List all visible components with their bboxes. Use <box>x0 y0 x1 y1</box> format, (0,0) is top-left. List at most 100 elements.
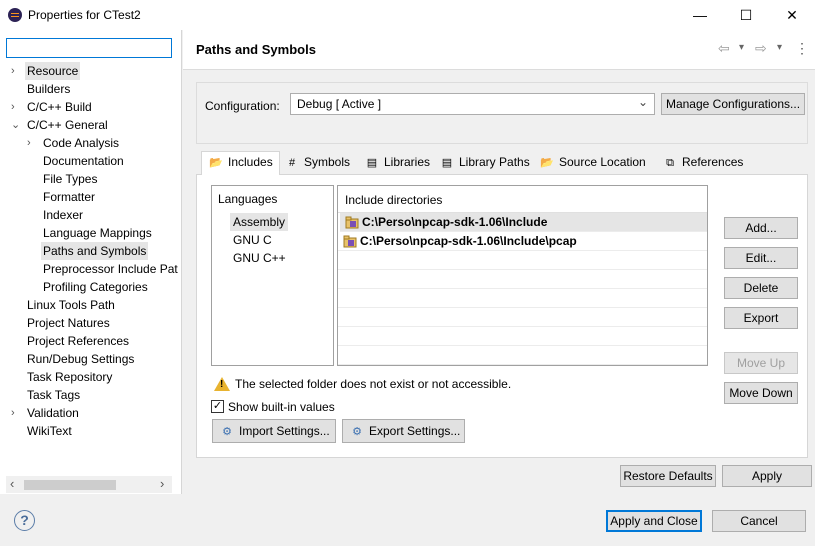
show-builtin-label: Show built-in values <box>228 400 335 414</box>
delete-button[interactable]: Delete <box>724 277 798 299</box>
tab-symbols[interactable]: # Symbols <box>278 152 356 175</box>
edit-button[interactable]: Edit... <box>724 247 798 269</box>
tree-item[interactable]: Formatter <box>0 188 181 206</box>
tree-item[interactable]: Linux Tools Path <box>0 296 181 314</box>
apply-button[interactable]: Apply <box>722 465 812 487</box>
tree-item-label: C/C++ Build <box>27 100 92 114</box>
tree-item-label: Builders <box>27 82 71 96</box>
tree-item[interactable]: › Code Analysis <box>0 134 181 152</box>
language-item[interactable]: Assembly <box>230 213 289 231</box>
tree-item-label: Preprocessor Include Pat <box>43 262 178 276</box>
tab-icon: ▤ <box>366 157 378 169</box>
include-directories-list[interactable]: Include directories C:\Perso\npcap-sdk-1… <box>337 185 708 366</box>
tab-label: Library Paths <box>459 155 530 169</box>
tree-item[interactable]: Preprocessor Include Pat <box>0 260 181 278</box>
tree-item[interactable]: Task Tags <box>0 386 181 404</box>
import-settings-button[interactable]: ⚙ Import Settings... <box>212 419 336 443</box>
tab-icon: ⧉ <box>666 157 674 169</box>
checkbox-check-icon[interactable]: ✓ <box>211 400 224 413</box>
maximize-icon: ☐ <box>739 6 753 23</box>
move-up-button[interactable]: Move Up <box>724 352 798 374</box>
eclipse-app-icon <box>8 8 22 22</box>
table-row <box>338 308 707 327</box>
maximize-button[interactable]: ☐ <box>723 0 769 30</box>
tab-library-paths[interactable]: ▤ Library Paths <box>433 152 536 175</box>
tree-item[interactable]: Project Natures <box>0 314 181 332</box>
tree-item-label: Project References <box>27 334 130 348</box>
export-settings-button[interactable]: ⚙ Export Settings... <box>342 419 465 443</box>
tree-item[interactable]: Language Mappings <box>0 224 181 242</box>
tree-item-label: Validation <box>27 406 79 420</box>
tab-includes[interactable]: 📂 Includes <box>201 151 280 175</box>
tab-label: Source Location <box>559 155 646 169</box>
minimize-button[interactable]: — <box>677 0 723 30</box>
manage-configurations-button[interactable]: Manage Configurations... <box>661 93 805 115</box>
restore-defaults-button[interactable]: Restore Defaults <box>620 465 716 487</box>
tree-item[interactable]: Profiling Categories <box>0 278 181 296</box>
table-row[interactable]: C:\Perso\npcap-sdk-1.06\Include <box>340 213 707 232</box>
apply-and-close-button[interactable]: Apply and Close <box>606 510 702 532</box>
tab-label: Includes <box>228 155 273 169</box>
languages-list[interactable]: Languages Assembly GNU C GNU C++ <box>211 185 334 366</box>
tree-item[interactable]: Task Repository <box>0 368 181 386</box>
include-folder-icon <box>345 215 359 229</box>
tab-libraries[interactable]: ▤ Libraries <box>358 152 436 175</box>
scrollbar-thumb[interactable] <box>24 480 116 490</box>
tree-item-label: File Types <box>43 172 98 186</box>
scroll-right-icon[interactable]: › <box>160 476 164 491</box>
tree-item[interactable]: Documentation <box>0 152 181 170</box>
tree-item[interactable]: Project References <box>0 332 181 350</box>
tree-item[interactable]: Paths and Symbols <box>0 242 181 260</box>
add-button[interactable]: Add... <box>724 217 798 239</box>
languages-header: Languages <box>218 192 278 206</box>
dialog-button-bar: ? Apply and Close Cancel <box>0 494 815 546</box>
tree-item[interactable]: Run/Debug Settings <box>0 350 181 368</box>
close-button[interactable]: ✕ <box>769 0 815 30</box>
language-item[interactable]: GNU C <box>230 231 275 249</box>
collapsed-chevron-icon[interactable]: › <box>27 134 37 152</box>
tree-item-label: Run/Debug Settings <box>27 352 135 366</box>
tree-item[interactable]: ⌄ C/C++ General <box>0 116 181 134</box>
tree-item-label: Formatter <box>43 190 96 204</box>
tree-item[interactable]: › Resource <box>0 62 181 80</box>
configuration-select[interactable]: Debug [ Active ] ⌄ <box>290 93 655 115</box>
tab-icon: ▤ <box>441 157 453 169</box>
tree-item-label: Code Analysis <box>43 136 120 150</box>
tree-item-label: WikiText <box>27 424 72 438</box>
expanded-chevron-icon[interactable]: ⌄ <box>11 116 21 134</box>
close-icon: ✕ <box>786 6 798 23</box>
forward-arrow-icon[interactable]: ⇨ <box>755 40 767 57</box>
filter-input[interactable] <box>6 38 172 58</box>
warning-icon <box>214 377 230 391</box>
table-row[interactable]: C:\Perso\npcap-sdk-1.06\Include\pcap <box>338 232 707 251</box>
move-down-button[interactable]: Move Down <box>724 382 798 404</box>
tree-item[interactable]: WikiText <box>0 422 181 440</box>
tree-item-label: Resource <box>25 62 81 80</box>
language-item[interactable]: GNU C++ <box>230 249 289 267</box>
tree-item[interactable]: › Validation <box>0 404 181 422</box>
forward-dropdown-icon[interactable]: ▾ <box>777 42 782 53</box>
tab-references[interactable]: ⧉ References <box>656 152 749 175</box>
tab-source-location[interactable]: 📂 Source Location <box>533 152 652 175</box>
tree-item[interactable]: File Types <box>0 170 181 188</box>
export-button[interactable]: Export <box>724 307 798 329</box>
collapsed-chevron-icon[interactable]: › <box>11 98 21 116</box>
collapsed-chevron-icon[interactable]: › <box>11 404 21 422</box>
view-menu-icon[interactable]: ⋮ <box>795 40 809 57</box>
back-dropdown-icon[interactable]: ▾ <box>739 42 744 53</box>
tab-icon: 📂 <box>209 157 223 169</box>
configuration-value: Debug [ Active ] <box>297 97 382 111</box>
collapsed-chevron-icon[interactable]: › <box>11 62 21 80</box>
window-title: Properties for CTest2 <box>28 8 141 22</box>
tree-item[interactable]: Indexer <box>0 206 181 224</box>
tree-item[interactable]: › C/C++ Build <box>0 98 181 116</box>
export-icon: ⚙ <box>352 426 362 438</box>
tree-item[interactable]: Builders <box>0 80 181 98</box>
tab-label: References <box>682 155 744 169</box>
scroll-left-icon[interactable]: ‹ <box>10 476 14 491</box>
back-arrow-icon[interactable]: ⇦ <box>718 40 730 57</box>
help-icon[interactable]: ? <box>14 510 35 531</box>
cancel-button[interactable]: Cancel <box>712 510 806 532</box>
horizontal-scrollbar[interactable]: ‹ › <box>6 476 172 493</box>
tree-item-label: C/C++ General <box>27 118 108 132</box>
